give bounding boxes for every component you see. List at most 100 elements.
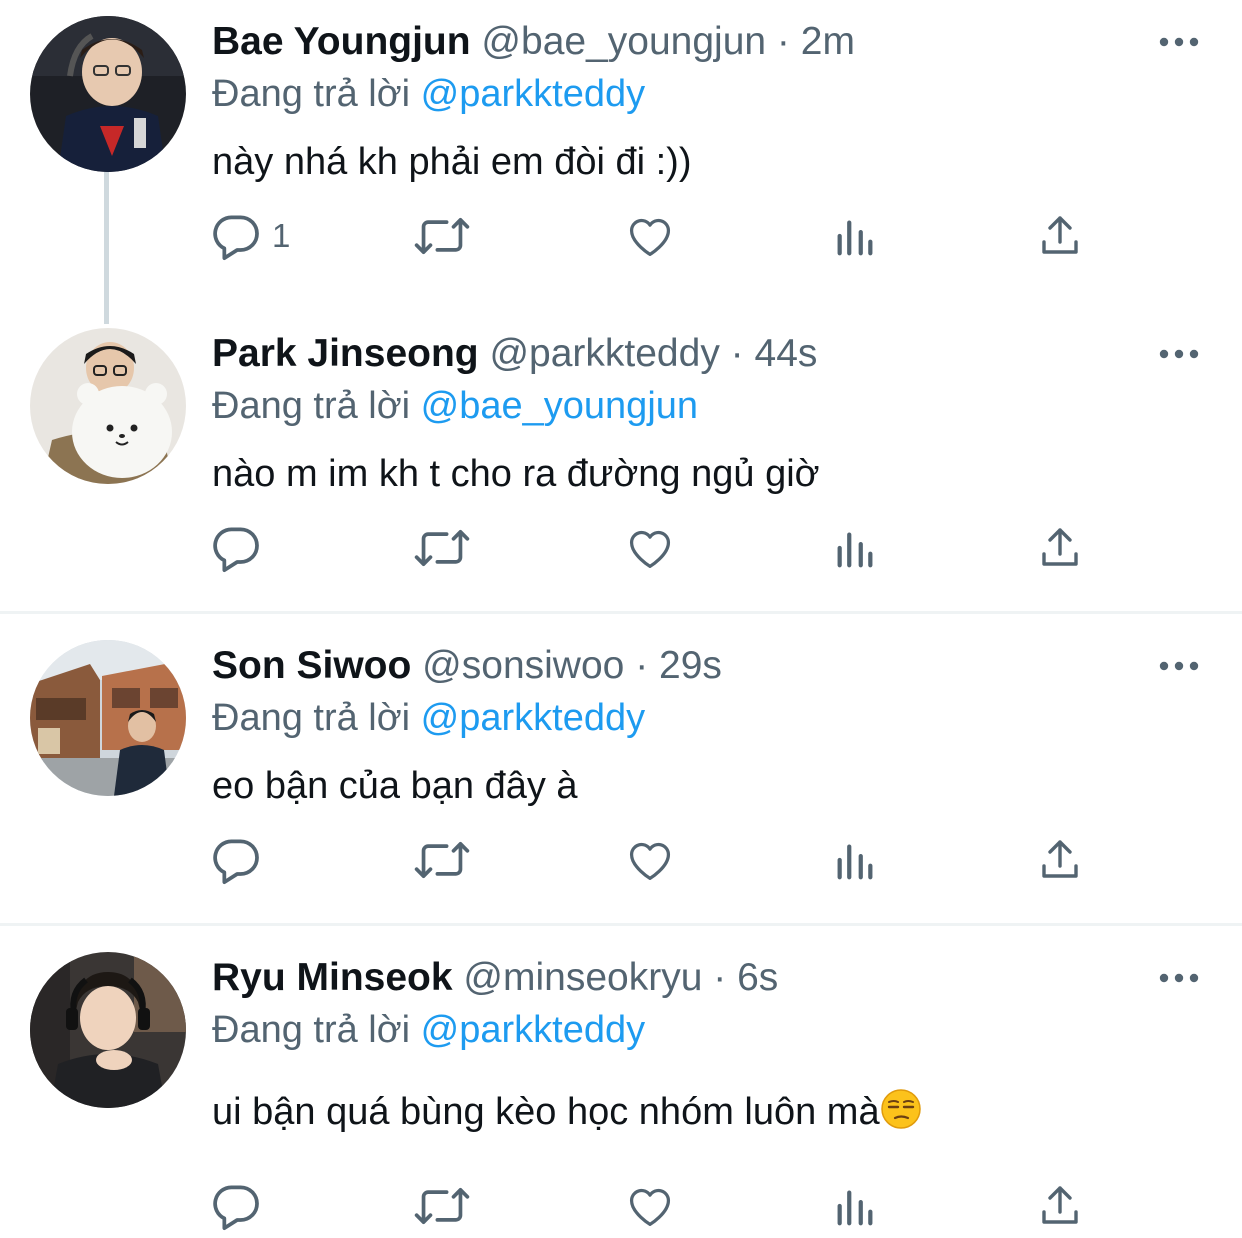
- action-bar: [208, 828, 1108, 892]
- reply-mention-link[interactable]: @parkkteddy: [421, 697, 645, 739]
- tweet-header: Ryu Minseok @minseokryu · 6s: [212, 954, 778, 1002]
- separator-dot: ·: [776, 20, 790, 63]
- more-icon: [1159, 661, 1199, 671]
- reply-mention-link[interactable]: @parkkteddy: [421, 1009, 645, 1051]
- share-button[interactable]: [1036, 204, 1084, 268]
- views-icon: [837, 844, 873, 880]
- more-options-button[interactable]: [1150, 958, 1208, 998]
- views-button[interactable]: [832, 828, 878, 892]
- more-icon: [1159, 349, 1199, 359]
- replying-to: Đang trả lời @parkkteddy: [212, 1006, 645, 1054]
- share-button[interactable]: [1036, 1174, 1084, 1238]
- like-button[interactable]: [624, 828, 676, 892]
- user-handle[interactable]: @parkkteddy: [489, 332, 719, 375]
- display-name[interactable]: Ryu Minseok: [212, 956, 453, 999]
- avatar[interactable]: [30, 328, 186, 484]
- views-icon: [837, 532, 873, 568]
- like-icon: [629, 1188, 671, 1227]
- retweet-icon: [414, 842, 470, 878]
- reply-button[interactable]: [208, 516, 272, 580]
- tweet[interactable]: Ryu Minseok @minseokryu · 6s Đang trả lờ…: [0, 936, 1242, 1237]
- separator-dot: ·: [713, 956, 727, 999]
- share-button[interactable]: [1036, 516, 1084, 580]
- timestamp[interactable]: 6s: [737, 956, 778, 999]
- retweet-icon: [414, 530, 470, 566]
- timestamp[interactable]: 44s: [755, 332, 818, 375]
- retweet-button[interactable]: [412, 516, 472, 580]
- tweet-header: Son Siwoo @sonsiwoo · 29s: [212, 642, 722, 690]
- tweet[interactable]: Son Siwoo @sonsiwoo · 29s Đang trả lời @…: [0, 624, 1242, 924]
- tweet-text: ui bận quá bùng kèo học nhóm luôn mà: [212, 1088, 922, 1136]
- tweet[interactable]: Park Jinseong @parkkteddy · 44s Đang trả…: [0, 312, 1242, 612]
- display-name[interactable]: Bae Youngjun: [212, 20, 471, 63]
- tweet-text: này nhá kh phải em đòi đi :)): [212, 141, 692, 183]
- replying-to: Đang trả lời @parkkteddy: [212, 694, 645, 742]
- share-icon: [1042, 1186, 1078, 1224]
- like-icon: [629, 842, 671, 881]
- timestamp[interactable]: 29s: [659, 644, 722, 687]
- like-icon: [629, 530, 671, 569]
- action-bar: 1: [208, 204, 1108, 268]
- tweet-header: Bae Youngjun @bae_youngjun · 2m: [212, 18, 855, 66]
- tweet-text-content: ui bận quá bùng kèo học nhóm luôn mà: [212, 1091, 880, 1133]
- tweet-divider: [0, 611, 1242, 614]
- reply-button[interactable]: 1: [208, 204, 290, 268]
- like-icon: [629, 218, 671, 257]
- more-options-button[interactable]: [1150, 646, 1208, 686]
- views-button[interactable]: [832, 1174, 878, 1238]
- avatar[interactable]: [30, 16, 186, 172]
- display-name[interactable]: Son Siwoo: [212, 644, 411, 687]
- tweet-header: Park Jinseong @parkkteddy · 44s: [212, 330, 817, 378]
- views-icon: [837, 220, 873, 256]
- avatar[interactable]: [30, 640, 186, 796]
- replying-to-label: Đang trả lời: [212, 1009, 411, 1051]
- retweet-icon: [414, 218, 470, 254]
- replying-to-label: Đang trả lời: [212, 697, 411, 739]
- separator-dot: ·: [730, 332, 744, 375]
- replying-to: Đang trả lời @parkkteddy: [212, 70, 645, 118]
- like-button[interactable]: [624, 1174, 676, 1238]
- share-button[interactable]: [1036, 828, 1084, 892]
- unamused-face-emoji-icon: [880, 1089, 921, 1129]
- tweet-text: eo bận của bạn đây à: [212, 765, 578, 807]
- like-button[interactable]: [624, 516, 676, 580]
- replying-to: Đang trả lời @bae_youngjun: [212, 382, 698, 430]
- reply-count: 1: [272, 217, 291, 254]
- more-options-button[interactable]: [1150, 22, 1208, 62]
- reply-button[interactable]: [208, 1174, 272, 1238]
- reply-icon: [213, 1185, 259, 1231]
- retweet-button[interactable]: [412, 828, 472, 892]
- more-icon: [1159, 973, 1199, 983]
- reply-icon: [213, 215, 259, 261]
- action-bar: [208, 1174, 1108, 1238]
- retweet-button[interactable]: [412, 204, 472, 268]
- replying-to-label: Đang trả lời: [212, 385, 411, 427]
- action-bar: [208, 516, 1108, 580]
- tweet-text: nào m im kh t cho ra đường ngủ giờ: [212, 453, 820, 495]
- separator-dot: ·: [635, 644, 649, 687]
- like-button[interactable]: [624, 204, 676, 268]
- reply-mention-link[interactable]: @bae_youngjun: [421, 385, 698, 427]
- user-handle[interactable]: @bae_youngjun: [481, 20, 766, 63]
- views-icon: [837, 1190, 873, 1226]
- tweet-divider: [0, 923, 1242, 926]
- share-icon: [1042, 528, 1078, 566]
- reply-icon: [213, 527, 259, 573]
- avatar[interactable]: [30, 952, 186, 1108]
- reply-button[interactable]: [208, 828, 272, 892]
- replying-to-label: Đang trả lời: [212, 73, 411, 115]
- share-icon: [1042, 840, 1078, 878]
- views-button[interactable]: [832, 516, 878, 580]
- more-options-button[interactable]: [1150, 334, 1208, 374]
- user-handle[interactable]: @sonsiwoo: [422, 644, 624, 687]
- reply-icon: [213, 839, 259, 885]
- views-button[interactable]: [832, 204, 878, 268]
- share-icon: [1042, 216, 1078, 254]
- tweet[interactable]: Bae Youngjun @bae_youngjun · 2m Đang trả…: [0, 0, 1242, 300]
- reply-mention-link[interactable]: @parkkteddy: [421, 73, 645, 115]
- retweet-icon: [414, 1188, 470, 1224]
- timestamp[interactable]: 2m: [801, 20, 855, 63]
- user-handle[interactable]: @minseokryu: [463, 956, 702, 999]
- display-name[interactable]: Park Jinseong: [212, 332, 479, 375]
- retweet-button[interactable]: [412, 1174, 472, 1238]
